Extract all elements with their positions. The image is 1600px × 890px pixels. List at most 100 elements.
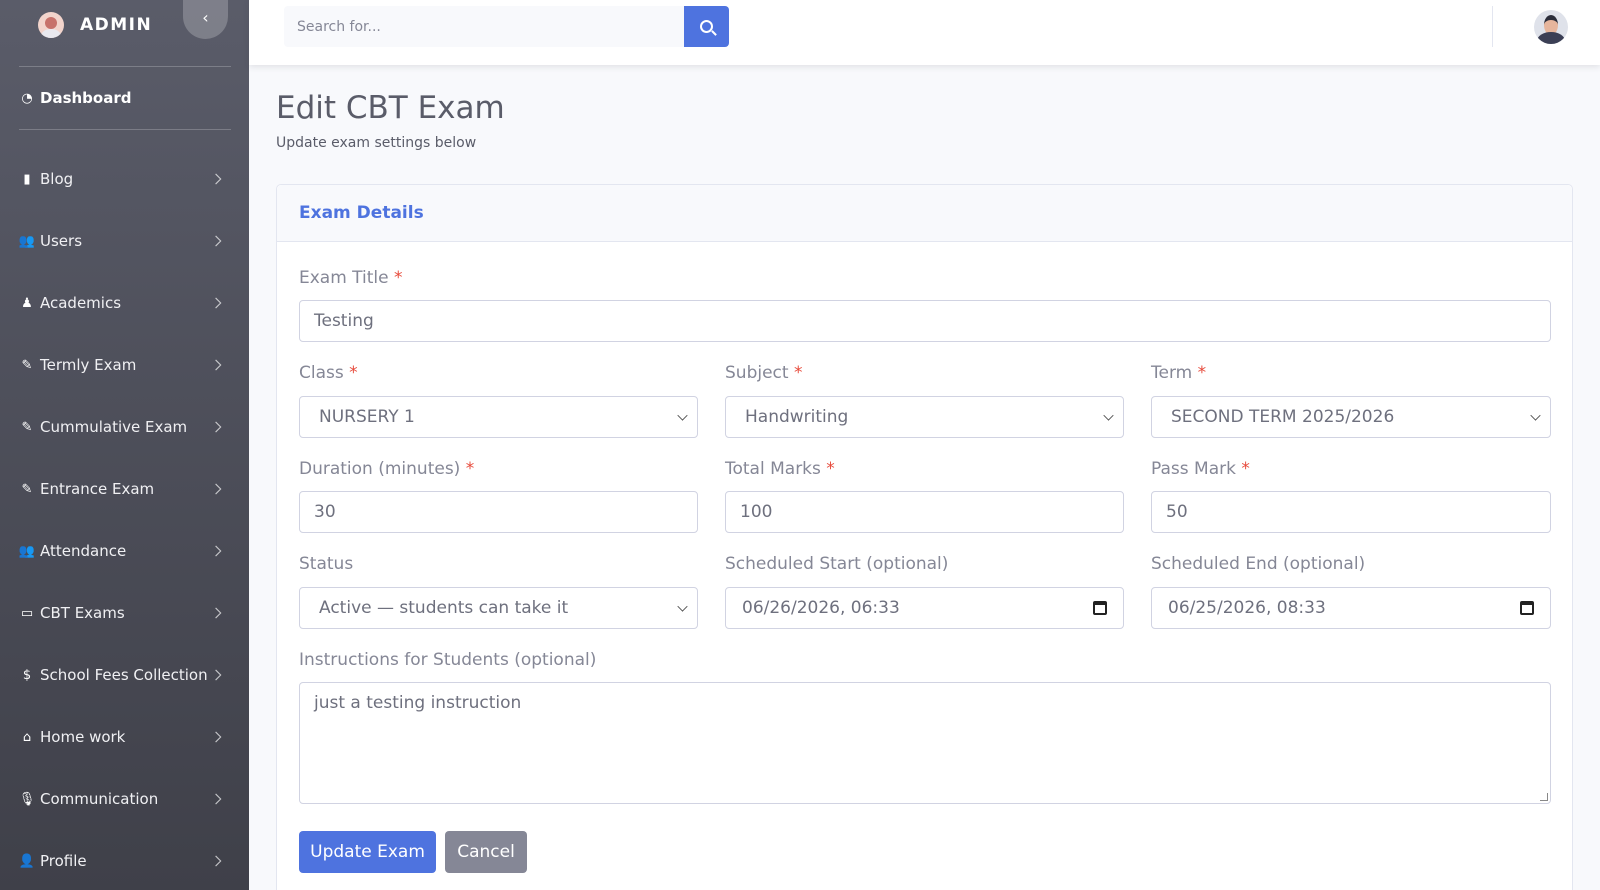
chevron-right-icon — [210, 855, 222, 867]
sidebar-item-label: Users — [40, 232, 83, 250]
home-icon: ⌂ — [22, 729, 32, 745]
dollar-icon: $ — [22, 667, 32, 683]
instructions-label: Instructions for Students (optional) — [299, 650, 596, 670]
class-select[interactable]: NURSERY 1 — [299, 396, 698, 438]
sidebar-item-label: Communication — [40, 790, 159, 808]
required-marker: * — [826, 459, 835, 479]
status-label: Status — [299, 554, 353, 574]
field-value: Handwriting — [745, 407, 849, 427]
class-label: Class * — [299, 363, 358, 383]
pencil-icon: ✎ — [21, 481, 33, 497]
label-text: Total Marks — [725, 459, 821, 479]
chevron-right-icon — [210, 421, 222, 433]
subject-select[interactable]: Handwriting — [725, 396, 1124, 438]
sidebar-item-academics[interactable]: ♟ Academics — [0, 283, 249, 323]
page-title: Edit CBT Exam — [276, 90, 505, 126]
tachometer-icon: ◔ — [21, 90, 33, 106]
chevron-right-icon — [210, 483, 222, 495]
sidebar-item-home-work[interactable]: ⌂ Home work — [0, 717, 249, 757]
label-text: Class — [299, 363, 344, 383]
scheduled-end-input[interactable]: 06/25/2026, 08:33 — [1151, 587, 1551, 629]
sidebar-item-users[interactable]: 👥 Users — [0, 221, 249, 261]
chevron-right-icon — [210, 793, 222, 805]
pass-mark-label: Pass Mark * — [1151, 459, 1250, 479]
label-text: Duration (minutes) — [299, 459, 461, 479]
exam-title-input[interactable]: Testing — [299, 300, 1551, 342]
required-marker: * — [349, 363, 358, 383]
chevron-down-icon — [677, 600, 688, 612]
scheduled-start-input[interactable]: 06/26/2026, 06:33 — [725, 587, 1124, 629]
chevron-right-icon — [210, 731, 222, 743]
chevron-left-icon: ‹ — [202, 8, 209, 27]
sidebar-item-cbt-exams[interactable]: ▭ CBT Exams — [0, 593, 249, 633]
sidebar-item-label: Cummulative Exam — [40, 418, 188, 436]
field-value: Testing — [314, 311, 374, 331]
user-avatar[interactable] — [1534, 10, 1568, 44]
admin-avatar-icon — [38, 12, 64, 38]
required-marker: * — [394, 268, 403, 288]
search-input[interactable] — [284, 6, 684, 47]
chevron-right-icon — [210, 359, 222, 371]
sidebar-item-label: Academics — [40, 294, 122, 312]
chevron-down-icon — [677, 409, 688, 421]
field-value: 100 — [740, 502, 773, 522]
sidebar-item-blog[interactable]: ▮ Blog — [0, 159, 249, 199]
sidebar-item-label: Entrance Exam — [40, 480, 155, 498]
search-form — [284, 6, 729, 47]
sidebar-item-label: Blog — [40, 170, 74, 188]
label-text: Scheduled End (optional) — [1151, 554, 1366, 574]
instructions-textarea[interactable]: just a testing instruction — [299, 682, 1551, 804]
search-icon — [700, 20, 713, 33]
duration-label: Duration (minutes) * — [299, 459, 474, 479]
field-value: Active — students can take it — [319, 598, 569, 618]
term-select[interactable]: SECOND TERM 2025/2026 — [1151, 396, 1551, 438]
chevron-down-icon — [1530, 409, 1541, 421]
sidebar-item-label: CBT Exams — [40, 604, 125, 622]
status-select[interactable]: Active — students can take it — [299, 587, 698, 629]
duration-input[interactable]: 30 — [299, 491, 698, 533]
total-marks-label: Total Marks * — [725, 459, 835, 479]
card-header: Exam Details — [277, 185, 1572, 242]
page-subtitle: Update exam settings below — [276, 135, 477, 151]
sidebar-item-termly-exam[interactable]: ✎ Termly Exam — [0, 345, 249, 385]
field-value: just a testing instruction — [314, 693, 522, 713]
sidebar-item-attendance[interactable]: 👥 Attendance — [0, 531, 249, 571]
label-text: Subject — [725, 363, 789, 383]
topbar-divider — [1492, 6, 1493, 47]
sidebar-item-communication[interactable]: 🎙 Communication — [0, 779, 249, 819]
sidebar-item-label: Dashboard — [40, 89, 132, 107]
users-icon: 👥 — [18, 233, 36, 249]
pencil-icon: ✎ — [21, 357, 33, 373]
required-marker: * — [1197, 363, 1207, 383]
sidebar-item-school-fees[interactable]: $ School Fees Collection — [0, 655, 249, 695]
calendar-icon[interactable] — [1520, 601, 1534, 615]
resize-handle-icon[interactable] — [1540, 793, 1548, 801]
chevron-right-icon — [210, 173, 222, 185]
sidebar-item-cummulative-exam[interactable]: ✎ Cummulative Exam — [0, 407, 249, 447]
exam-title-label: Exam Title * — [299, 268, 403, 288]
cancel-button[interactable]: Cancel — [445, 831, 527, 873]
total-marks-input[interactable]: 100 — [725, 491, 1124, 533]
teacher-icon: ♟ — [21, 295, 33, 311]
scheduled-end-label: Scheduled End (optional) — [1151, 554, 1365, 574]
search-button[interactable] — [684, 6, 729, 47]
pass-mark-input[interactable]: 50 — [1151, 491, 1551, 533]
sidebar-item-entrance-exam[interactable]: ✎ Entrance Exam — [0, 469, 249, 509]
field-value: 06/25/2026, 08:33 — [1168, 598, 1326, 618]
calendar-icon[interactable] — [1093, 601, 1107, 615]
sidebar-item-dashboard[interactable]: ◔ Dashboard — [0, 84, 249, 112]
sidebar: ADMIN ‹ ◔ Dashboard ▮ Blog 👥 Users ♟ Aca… — [0, 0, 249, 890]
sidebar-item-label: Attendance — [40, 542, 127, 560]
label-text: Term — [1151, 363, 1193, 383]
sidebar-divider — [19, 129, 231, 130]
subject-label: Subject * — [725, 363, 802, 383]
field-value: NURSERY 1 — [319, 407, 415, 427]
topbar — [249, 0, 1600, 65]
label-text: Instructions for Students (optional) — [299, 650, 597, 670]
required-marker: * — [1241, 459, 1250, 479]
sidebar-item-profile[interactable]: 👤 Profile — [0, 841, 249, 881]
term-label: Term * — [1151, 363, 1206, 383]
chevron-right-icon — [210, 545, 222, 557]
field-value: 50 — [1166, 502, 1188, 522]
update-exam-button[interactable]: Update Exam — [299, 831, 436, 873]
